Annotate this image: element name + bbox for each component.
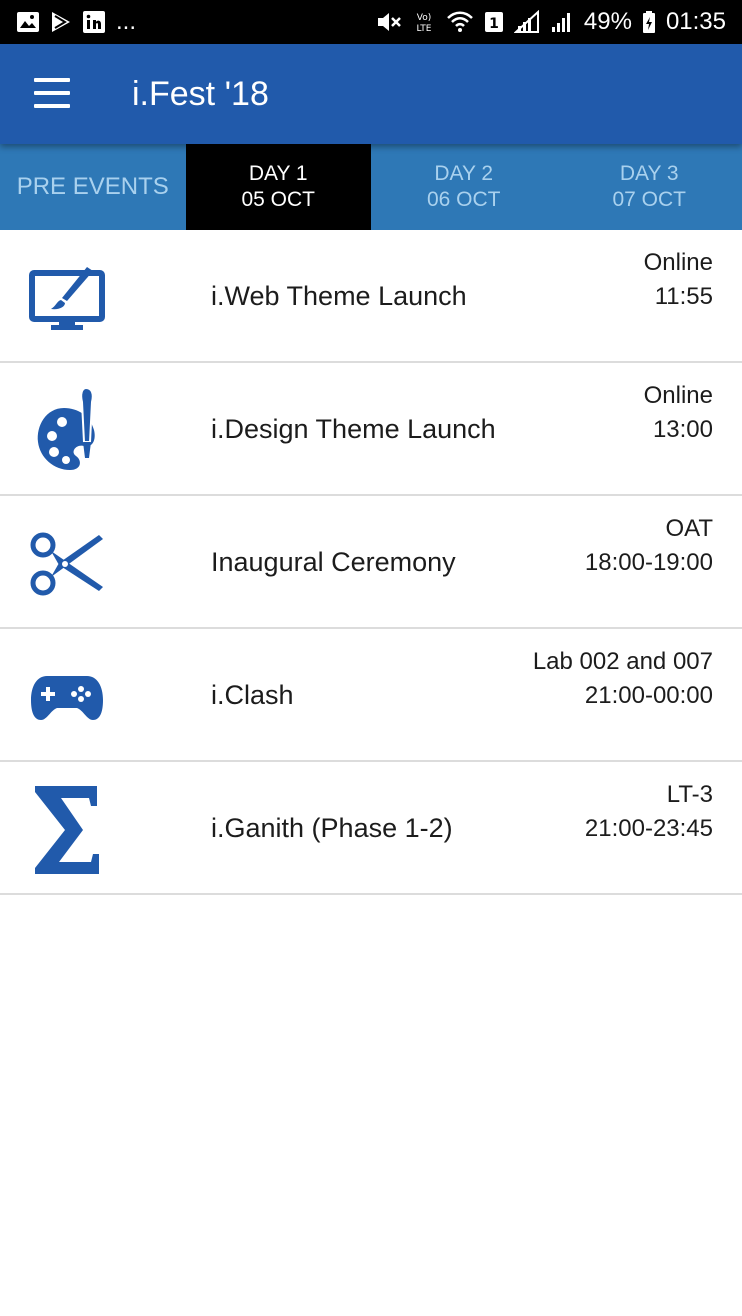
status-bar: ... Vo) LTE 1 49% 01:35 xyxy=(0,0,742,44)
event-time: 11:55 xyxy=(654,283,713,310)
monitor-brush-icon xyxy=(28,253,106,343)
tab-day-1[interactable]: DAY 1 05 OCT xyxy=(185,144,371,230)
event-name: i.Design Theme Launch xyxy=(211,414,496,444)
list-item[interactable]: i.Web Theme Launch Online 11:55 xyxy=(0,230,742,363)
event-time: 18:00-19:00 xyxy=(584,549,713,576)
event-name: i.Ganith (Phase 1-2) xyxy=(211,813,453,843)
tab-day-2[interactable]: DAY 2 06 OCT xyxy=(371,144,557,230)
gallery-icon xyxy=(16,10,40,34)
event-name: Inaugural Ceremony xyxy=(211,547,456,577)
battery-percent: 49% xyxy=(583,8,632,35)
volte-icon: Vo) LTE xyxy=(412,10,436,34)
tab-day-3[interactable]: DAY 3 07 OCT xyxy=(557,144,742,230)
mute-icon xyxy=(376,10,402,34)
event-name: i.Clash xyxy=(211,680,294,710)
status-bar-left: ... xyxy=(16,10,136,34)
play-store-icon xyxy=(50,10,72,34)
gamepad-icon xyxy=(28,652,106,742)
linkedin-icon xyxy=(82,10,106,34)
event-time: 21:00-00:00 xyxy=(584,682,713,709)
event-venue: OAT xyxy=(665,515,713,542)
wifi-icon xyxy=(446,10,474,34)
event-venue: Online xyxy=(643,382,713,409)
tab-pre-events[interactable]: PRE EVENTS xyxy=(0,144,186,230)
scissors-icon xyxy=(28,519,106,609)
event-venue: Lab 002 and 007 xyxy=(532,648,713,675)
list-item[interactable]: i.Clash Lab 002 and 007 21:00-00:00 xyxy=(0,629,742,762)
sigma-icon xyxy=(28,785,106,875)
signal-icon xyxy=(550,10,574,34)
list-item[interactable]: i.Ganith (Phase 1-2) LT-3 21:00-23:45 xyxy=(0,762,742,895)
tab-label: DAY 2 xyxy=(434,162,494,185)
tab-date: 07 OCT xyxy=(612,188,687,211)
event-venue: Online xyxy=(643,249,713,276)
event-list: i.Web Theme Launch Online 11:55 i.Design… xyxy=(0,230,742,895)
event-name: i.Web Theme Launch xyxy=(211,281,467,311)
status-time: 01:35 xyxy=(665,8,726,35)
signal-icon xyxy=(513,10,540,34)
svg-text:Vo): Vo) xyxy=(417,13,431,23)
list-item[interactable]: i.Design Theme Launch Online 13:00 xyxy=(0,363,742,496)
sim-icon: 1 xyxy=(484,10,504,34)
status-bar-right: Vo) LTE 1 49% 01:35 xyxy=(376,10,726,34)
tab-label: DAY 3 xyxy=(619,162,679,185)
event-time: 21:00-23:45 xyxy=(584,815,713,842)
event-time: 13:00 xyxy=(652,416,713,443)
hamburger-menu-icon[interactable] xyxy=(34,78,70,108)
day-tabs: PRE EVENTS DAY 1 05 OCT DAY 2 06 OCT DAY… xyxy=(0,144,742,230)
svg-text:LTE: LTE xyxy=(416,24,431,34)
palette-icon xyxy=(28,386,106,476)
app-title: i.Fest '18 xyxy=(132,75,269,113)
app-bar: i.Fest '18 xyxy=(0,44,742,144)
tab-label: DAY 1 xyxy=(248,162,308,185)
event-venue: LT-3 xyxy=(666,781,713,808)
status-overflow: ... xyxy=(116,8,137,35)
tab-label: PRE EVENTS xyxy=(16,173,169,200)
tab-date: 06 OCT xyxy=(426,188,501,211)
list-item[interactable]: Inaugural Ceremony OAT 18:00-19:00 xyxy=(0,496,742,629)
battery-icon xyxy=(642,10,656,34)
svg-text:1: 1 xyxy=(489,16,499,32)
tab-date: 05 OCT xyxy=(241,188,316,211)
